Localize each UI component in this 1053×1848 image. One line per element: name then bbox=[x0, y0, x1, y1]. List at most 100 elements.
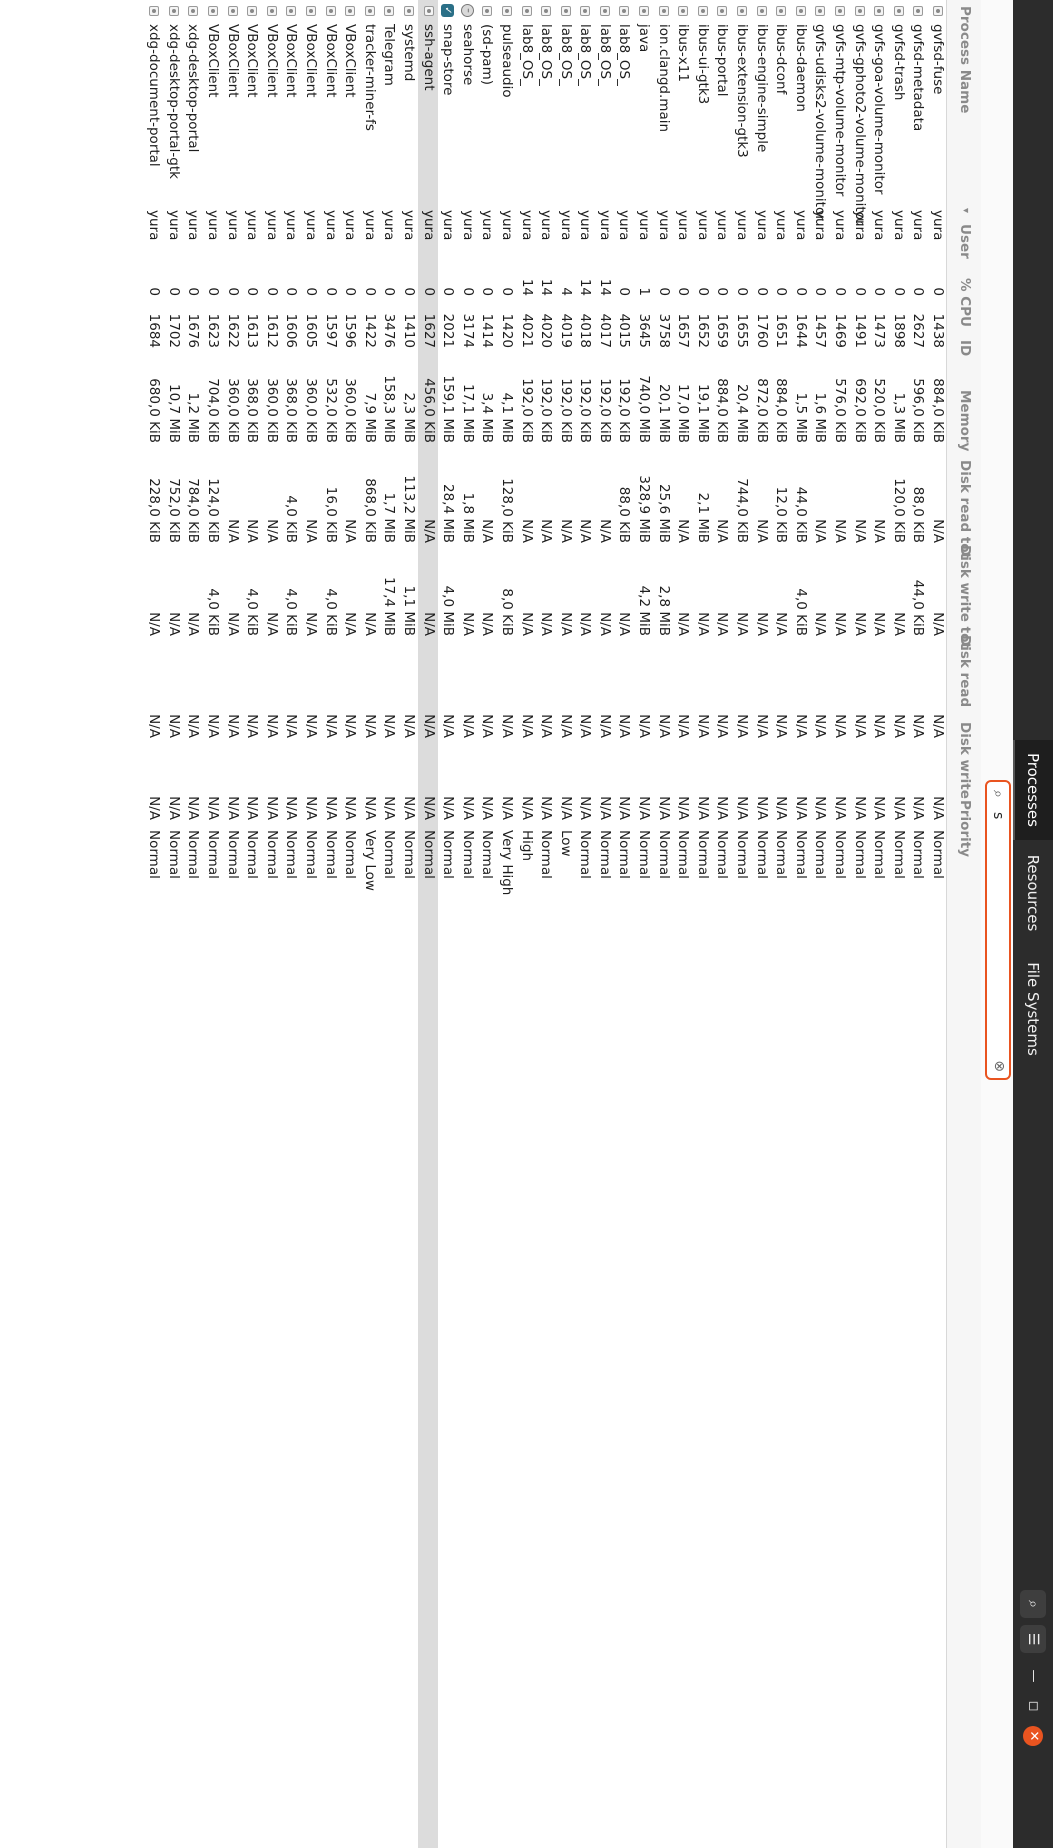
process-row[interactable]: lab8_OS_ yura 14 4020 192,0 KiB N/A N/A N/A N/A N… bbox=[536, 0, 556, 1848]
process-row[interactable]: pulseaudio yura 0 1420 4,1 MiB 128,0 KiB 8,0 K… bbox=[496, 0, 516, 1848]
process-row[interactable]: Telegram yura 0 3476 158,3 MiB 1,7 MiB 17,4 Mi… bbox=[379, 0, 399, 1848]
user-cell: yura bbox=[636, 210, 653, 241]
process-row[interactable]: ion.clangd.main yura 0 3758 20,1 MiB 25,6 MiB… bbox=[653, 0, 673, 1848]
process-icon bbox=[306, 6, 316, 16]
cpu-cell: 0 bbox=[675, 287, 692, 296]
main-menu-button[interactable]: ☰ bbox=[1020, 1625, 1046, 1653]
column-memory[interactable]: Memory bbox=[957, 390, 973, 451]
process-row[interactable]: gvfsd-fuse yura 0 1438 884,0 KiB N/A N/A N/A N/A… bbox=[927, 0, 947, 1848]
process-row[interactable]: java yura 1 3645 740,0 MiB 328,9 MiB 4,2 MiB N/… bbox=[634, 0, 654, 1848]
close-button[interactable]: ✕ bbox=[1023, 1726, 1043, 1746]
process-row[interactable]: ✓ snap-store yura 0 2021 159,1 MiB 28,4 MiB 4,0… bbox=[438, 0, 458, 1848]
column-priority[interactable]: Priority bbox=[957, 800, 973, 857]
process-row[interactable]: ibus-daemon yura 0 1644 1,5 MiB 44,0 KiB 4,0 K… bbox=[790, 0, 810, 1848]
search-input[interactable]: ⌕ s ⊗ bbox=[985, 780, 1011, 1080]
process-row[interactable]: ibus-dconf yura 0 1651 884,0 KiB 12,0 KiB N/A N… bbox=[771, 0, 791, 1848]
user-cell: yura bbox=[910, 210, 927, 241]
user-cell: yura bbox=[616, 210, 633, 241]
process-row[interactable]: VBoxClient yura 0 1623 704,0 KiB 124,0 KiB 4,0… bbox=[202, 0, 222, 1848]
process-row[interactable]: – seahorse yura 0 3174 17,1 MiB 1,8 MiB N/A N/A N… bbox=[457, 0, 477, 1848]
process-row[interactable]: lab8_OS_ yura 14 4018 192,0 KiB N/A N/A N/A N/A N… bbox=[575, 0, 595, 1848]
column-user[interactable]: User bbox=[957, 224, 973, 259]
process-icon bbox=[227, 6, 238, 16]
process-row[interactable]: ibus-ui-gtk3 yura 0 1652 19,1 MiB 2,1 MiB N/A N… bbox=[692, 0, 712, 1848]
maximize-button[interactable]: ◻ bbox=[1023, 1696, 1043, 1716]
process-row[interactable]: ssh-agent yura 0 1627 456,0 KiB N/A N/A N/A N/A N… bbox=[417, 0, 438, 1848]
tab-file-systems[interactable]: File Systems bbox=[1013, 946, 1053, 1072]
process-row[interactable]: VBoxClient yura 0 1596 360,0 KiB N/A N/A N/A N/A… bbox=[340, 0, 360, 1848]
process-row[interactable]: (sd-pam) yura 0 1414 3,4 MiB N/A N/A N/A N/A Norm… bbox=[477, 0, 497, 1848]
tab-processes[interactable]: Processes bbox=[1013, 740, 1053, 840]
column-process-name[interactable]: Process Name bbox=[957, 6, 973, 113]
process-row[interactable]: ibus-engine-simple yura 0 1760 872,0 KiB N/A N… bbox=[751, 0, 771, 1848]
process-row[interactable]: ibus-extension-gtk3 yura 0 1655 20,4 MiB 744,… bbox=[731, 0, 751, 1848]
minimize-button[interactable]: — bbox=[1023, 1666, 1043, 1686]
process-row[interactable]: gvfs-udisks2-volume-monitor yura 0 1457 1,6 … bbox=[810, 0, 830, 1848]
disk-read-total-cell: 25,6 MiB bbox=[655, 483, 672, 543]
id-cell: 1596 bbox=[342, 313, 359, 348]
id-cell: 4017 bbox=[596, 313, 613, 348]
cpu-cell: 0 bbox=[303, 287, 319, 296]
collapse-icon[interactable]: – bbox=[460, 4, 474, 17]
clear-icon[interactable]: ⊗ bbox=[991, 1060, 1007, 1072]
process-row[interactable]: VBoxClient yura 0 1613 368,0 KiB N/A 4,0 KiB N/… bbox=[242, 0, 262, 1848]
memory-cell: 7,9 MiB bbox=[361, 392, 378, 443]
process-row[interactable]: tracker-miner-fs yura 0 1422 7,9 MiB 868,0 Ki… bbox=[359, 0, 379, 1848]
search-toggle-button[interactable]: ⌕ bbox=[1020, 1590, 1046, 1618]
process-row[interactable]: gvfs-goa-volume-monitor yura 0 1473 520,0 Ki… bbox=[869, 0, 889, 1848]
disk-write-cell: N/A bbox=[224, 796, 241, 820]
process-name-cell: xdg-desktop-portal bbox=[185, 24, 202, 153]
column-disk-read[interactable]: Disk read bbox=[957, 635, 973, 707]
disk-read-cell: N/A bbox=[812, 714, 829, 738]
priority-cell: Normal bbox=[538, 830, 555, 879]
disk-write-total-cell: N/A bbox=[694, 612, 711, 636]
column-disk-write-total[interactable]: Disk write tot bbox=[957, 545, 973, 649]
column-id[interactable]: ID bbox=[957, 340, 973, 356]
priority-cell: Normal bbox=[675, 830, 692, 879]
process-row[interactable]: lab8_OS_ yura 0 4015 192,0 KiB 88,0 KiB N/A N/A… bbox=[614, 0, 634, 1848]
process-row[interactable]: gvfsd-metadata yura 0 2627 596,0 KiB 88,0 KiB… bbox=[908, 0, 928, 1848]
expand-checkbox-icon[interactable]: ✓ bbox=[441, 4, 455, 17]
disk-read-cell: N/A bbox=[596, 714, 613, 738]
id-cell: 1684 bbox=[146, 313, 163, 348]
process-row[interactable]: systemd yura 0 1410 2,3 MiB 113,2 MiB 1,1 MiB N… bbox=[398, 0, 418, 1848]
process-row[interactable]: lab8_OS_ yura 14 4021 192,0 KiB N/A N/A N/A N/A H… bbox=[516, 0, 536, 1848]
disk-read-cell: N/A bbox=[263, 714, 280, 738]
process-row[interactable]: VBoxClient yura 0 1606 368,0 KiB 4,0 KiB 4,0 K… bbox=[281, 0, 301, 1848]
column-disk-write[interactable]: Disk write bbox=[957, 722, 973, 799]
process-row[interactable]: gvfs-mtp-volume-monitor yura 0 1469 576,0 Ki… bbox=[829, 0, 849, 1848]
disk-write-cell: N/A bbox=[890, 796, 907, 820]
process-row[interactable]: VBoxClient yura 0 1597 532,0 KiB 16,0 KiB 4,0 … bbox=[320, 0, 340, 1848]
process-row[interactable]: gvfsd-trash yura 0 1898 1,3 MiB 120,0 KiB N/A N… bbox=[888, 0, 908, 1848]
disk-write-cell: N/A bbox=[322, 796, 339, 820]
cpu-cell: 0 bbox=[244, 287, 261, 296]
search-input-value[interactable]: s bbox=[990, 812, 1006, 819]
id-cell: 1659 bbox=[714, 313, 731, 348]
memory-cell: 192,0 KiB bbox=[577, 378, 594, 443]
process-row[interactable]: ibus-portal yura 0 1659 884,0 KiB N/A N/A N/A N/… bbox=[712, 0, 732, 1848]
disk-write-cell: N/A bbox=[734, 796, 751, 820]
disk-write-cell: N/A bbox=[342, 796, 359, 820]
cpu-cell: 0 bbox=[400, 287, 417, 296]
memory-cell: 692,0 KiB bbox=[851, 378, 868, 443]
process-row[interactable]: lab8_OS_ yura 4 4019 192,0 KiB N/A N/A N/A N/A Lo… bbox=[555, 0, 575, 1848]
cpu-cell: 0 bbox=[224, 287, 241, 296]
process-row[interactable]: gvfs-gphoto2-volume-monitor yura 0 1491 692,… bbox=[849, 0, 869, 1848]
process-row[interactable]: xdg-desktop-portal yura 0 1676 1,2 MiB 784,0 … bbox=[183, 0, 203, 1848]
process-row[interactable]: VBoxClient yura 0 1605 360,0 KiB N/A N/A N/A N/A… bbox=[300, 0, 320, 1848]
process-row[interactable]: xdg-desktop-portal-gtk yura 0 1702 10,7 MiB 7… bbox=[163, 0, 183, 1848]
tab-resources[interactable]: Resources bbox=[1013, 840, 1053, 946]
process-row[interactable]: VBoxClient yura 0 1612 360,0 KiB N/A N/A N/A N/A… bbox=[261, 0, 281, 1848]
disk-write-cell: N/A bbox=[303, 796, 319, 820]
disk-write-total-cell: 4,0 MiB bbox=[440, 585, 457, 636]
cpu-cell: 0 bbox=[165, 287, 182, 296]
priority-cell: Normal bbox=[205, 830, 222, 879]
cpu-cell: 0 bbox=[185, 287, 202, 296]
process-row[interactable]: xdg-document-portal yura 0 1684 680,0 KiB 228… bbox=[144, 0, 164, 1848]
priority-cell: Very High bbox=[498, 830, 515, 896]
process-row[interactable]: ibus-x11 yura 0 1657 17,0 MiB N/A N/A N/A N/A Nor… bbox=[673, 0, 693, 1848]
process-row[interactable]: VBoxClient yura 0 1622 360,0 KiB N/A N/A N/A N/A… bbox=[222, 0, 242, 1848]
disk-read-cell: N/A bbox=[381, 714, 398, 738]
column-cpu[interactable]: % CPU bbox=[957, 278, 973, 327]
process-row[interactable]: lab8_OS_ yura 14 4017 192,0 KiB N/A N/A N/A N/A N… bbox=[594, 0, 614, 1848]
